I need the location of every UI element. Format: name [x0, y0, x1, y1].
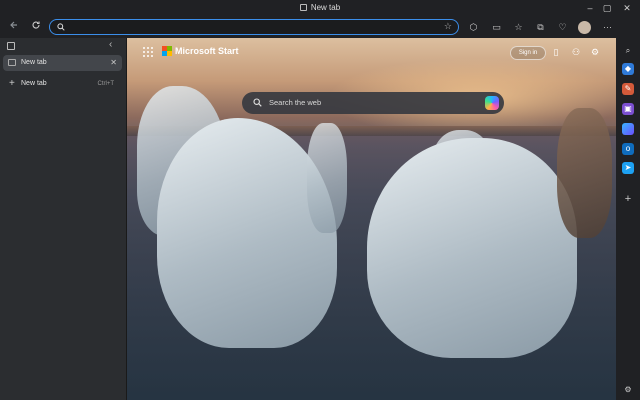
games-icon[interactable]: ▣ — [622, 103, 634, 115]
collapse-pane-icon[interactable]: ‹ — [109, 39, 112, 50]
plus-icon: + — [9, 78, 15, 89]
window-title: New tab — [0, 3, 640, 12]
outlook-icon[interactable]: o — [622, 143, 634, 155]
mobile-app-icon[interactable]: ▯ — [550, 46, 562, 58]
toolbar: ☆ ⬡ ▭ ☆ ⧉ ♡ ··· — [0, 17, 640, 38]
back-arrow-icon — [10, 21, 17, 29]
split-screen-icon[interactable]: ▭ — [490, 21, 503, 34]
search-icon — [57, 23, 65, 31]
add-icon[interactable]: + — [622, 193, 634, 205]
browser-window: New tab – ▢ ✕ ☆ ⬡ ▭ ☆ ⧉ ♡ ··· ‹ New tab … — [0, 0, 640, 400]
browser-essentials-icon[interactable]: ♡ — [556, 21, 569, 34]
edge-sidebar: ⌕ ◆ ✎ ▣ o ➤ + ⚙ — [616, 17, 640, 400]
page-settings-icon[interactable]: ⚙ — [589, 46, 601, 58]
favorites-icon[interactable]: ☆ — [512, 21, 525, 34]
search-icon — [253, 98, 262, 107]
more-icon[interactable]: ··· — [601, 21, 614, 34]
microsoft-logo-icon — [162, 46, 172, 56]
maximize-button[interactable]: ▢ — [600, 2, 614, 14]
new-tab-header: Microsoft Start Sign in ▯ ⚇ ⚙ — [127, 38, 616, 68]
collections-icon[interactable]: ⧉ — [534, 21, 547, 34]
vertical-tabs-header: ‹ — [0, 38, 126, 54]
title-bar: New tab – ▢ ✕ — [0, 0, 640, 17]
web-search-box[interactable]: Search the web — [242, 92, 504, 114]
rewards-icon[interactable]: ⚇ — [570, 46, 582, 58]
app-launcher-icon[interactable] — [143, 47, 153, 57]
minimize-button[interactable]: – — [583, 2, 597, 14]
brand-title: Microsoft Start — [175, 46, 239, 56]
address-bar[interactable]: ☆ — [49, 19, 459, 35]
copilot-icon[interactable] — [485, 96, 499, 110]
extensions-icon[interactable]: ⬡ — [467, 21, 480, 34]
window-title-text: New tab — [310, 3, 341, 12]
search-placeholder: Search the web — [269, 98, 322, 107]
tools-icon[interactable]: ✎ — [622, 83, 634, 95]
tab-actions-icon[interactable] — [7, 42, 15, 50]
close-button[interactable]: ✕ — [620, 2, 634, 14]
background-horse — [307, 123, 347, 233]
close-tab-icon[interactable]: ✕ — [110, 55, 117, 71]
search-icon[interactable]: ⌕ — [622, 45, 634, 57]
background-horse — [367, 138, 577, 358]
new-tab-button[interactable]: + New tab Ctrl+T — [3, 76, 122, 92]
tab-new-tab[interactable]: New tab ✕ — [3, 55, 122, 71]
tab-label: New tab — [21, 59, 47, 66]
tab-page-icon — [8, 59, 16, 66]
tab-page-icon — [299, 4, 307, 11]
profile-icon[interactable] — [578, 21, 591, 34]
new-tab-label: New tab — [21, 80, 47, 87]
star-icon[interactable]: ☆ — [444, 21, 452, 32]
background-rider — [557, 108, 612, 238]
sign-in-button[interactable]: Sign in — [510, 46, 546, 60]
vertical-tabs-pane: ‹ New tab ✕ + New tab Ctrl+T — [0, 38, 127, 400]
shopping-icon[interactable]: ◆ — [622, 63, 634, 75]
settings-icon[interactable]: ⚙ — [622, 384, 634, 396]
send-icon[interactable]: ➤ — [622, 162, 634, 174]
refresh-icon — [32, 21, 40, 29]
refresh-button[interactable] — [29, 20, 43, 34]
new-tab-shortcut: Ctrl+T — [97, 81, 115, 87]
new-tab-page: Microsoft Start Sign in ▯ ⚇ ⚙ Search the… — [127, 38, 616, 400]
copilot-icon[interactable] — [622, 123, 634, 135]
back-button[interactable] — [7, 20, 21, 34]
